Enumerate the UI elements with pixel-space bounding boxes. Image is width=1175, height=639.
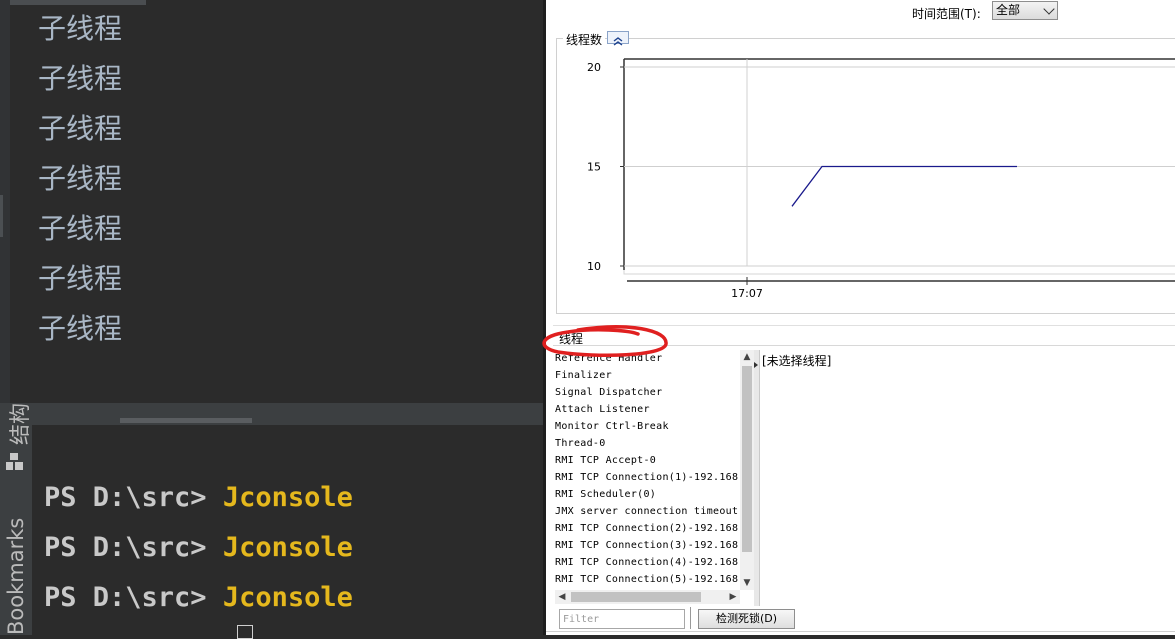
time-range-select[interactable]: 全部 <box>992 1 1058 20</box>
divider <box>546 631 1175 632</box>
output-line: 子线程 <box>38 12 123 45</box>
scroll-down-icon[interactable]: ▼ <box>740 576 754 590</box>
output-line: 子线程 <box>38 112 123 145</box>
chart-panel-title: 线程数 <box>563 31 606 48</box>
red-circle-annotation <box>542 325 668 358</box>
jconsole-window: 时间范围(T): 全部 10 15 20 17:07 线程数 线程 Reference… <box>543 0 1175 635</box>
structure-icon[interactable] <box>6 453 24 471</box>
collapse-icon[interactable] <box>607 31 629 46</box>
thread-list-item[interactable]: RMI TCP Connection(3)-192.168. <box>555 537 740 554</box>
divider <box>690 607 691 629</box>
terminal-line: PS D:\src> Jconsole <box>44 582 353 613</box>
terminal-panel[interactable]: PS D:\src> Jconsole PS D:\src> Jconsole … <box>32 425 543 639</box>
chevron-down-icon <box>1043 3 1055 15</box>
console-output: 子线程 子线程 子线程 子线程 子线程 子线程 子线程 <box>38 8 122 358</box>
terminal-prompt: PS D:\src> <box>44 482 223 513</box>
thread-list-item[interactable]: RMI TCP Connection(5)-192.168. <box>555 571 740 588</box>
editor-gutter <box>0 0 10 403</box>
terminal-cursor <box>237 625 253 639</box>
thread-list-vscrollbar[interactable]: ▲ ▼ <box>740 350 754 590</box>
scroll-thumb[interactable] <box>742 366 752 552</box>
scroll-indicator <box>0 0 146 5</box>
output-line: 子线程 <box>38 62 123 95</box>
gutter-marker <box>0 195 3 237</box>
time-range-value: 全部 <box>996 3 1021 17</box>
y-tick-label: 20 <box>587 61 601 74</box>
split-pane-divider[interactable] <box>754 350 760 606</box>
expand-arrow-icon[interactable] <box>754 362 758 368</box>
thread-list-item[interactable]: Finalizer <box>555 367 740 384</box>
terminal-prompt: PS D:\src> <box>44 532 223 563</box>
scroll-left-icon[interactable]: ◀ <box>555 590 569 604</box>
thread-list-item[interactable]: Monitor Ctrl-Break <box>555 418 740 435</box>
thread-count-chart: 10 15 20 17:07 <box>587 58 1175 300</box>
terminal-command: Jconsole <box>222 532 353 563</box>
thread-list[interactable]: Reference Handler Finalizer Signal Dispatc… <box>555 350 740 590</box>
time-range-label: 时间范围(T): <box>912 7 981 21</box>
output-line: 子线程 <box>38 262 123 295</box>
terminal-line: PS D:\src> Jconsole <box>44 482 353 513</box>
x-tick-label: 17:07 <box>731 287 763 300</box>
panel-splitter[interactable] <box>0 403 543 425</box>
thread-list-item[interactable]: RMI TCP Connection(2)-192.168. <box>555 520 740 537</box>
scroll-right-icon[interactable]: ▶ <box>726 590 740 604</box>
terminal-line: PS D:\src> Jconsole <box>44 532 353 563</box>
thread-list-item[interactable]: RMI Scheduler(0) <box>555 486 740 503</box>
thread-detail-text: [未选择线程] <box>762 354 832 368</box>
terminal-command: Jconsole <box>222 482 353 513</box>
run-output-panel: 子线程 子线程 子线程 子线程 子线程 子线程 子线程 <box>0 0 543 403</box>
scroll-thumb[interactable] <box>571 592 701 602</box>
thread-list-hscrollbar[interactable]: ◀ ▶ <box>555 590 740 604</box>
thread-list-item[interactable]: RMI TCP Connection(1)-192.168. <box>555 469 740 486</box>
y-tick-label: 10 <box>587 260 601 273</box>
double-chevron-up-icon <box>613 37 623 46</box>
thread-filter-input[interactable] <box>559 609 685 629</box>
thread-count-chart-panel: 10 15 20 17:07 <box>556 38 1175 314</box>
thread-list-item[interactable]: Signal Dispatcher <box>555 384 740 401</box>
bookmarks-tab[interactable]: Bookmarks <box>4 518 28 635</box>
thread-list-item[interactable]: Attach Listener <box>555 401 740 418</box>
thread-list-item[interactable]: RMI TCP Connection(4)-192.168. <box>555 554 740 571</box>
terminal-prompt: PS D:\src> <box>44 582 223 613</box>
output-line: 子线程 <box>38 312 123 345</box>
terminal-command: Jconsole <box>222 582 353 613</box>
splitter-handle[interactable] <box>120 418 252 423</box>
thread-list-item[interactable]: Thread-0 <box>555 435 740 452</box>
output-line: 子线程 <box>38 162 123 195</box>
thread-list-item[interactable]: RMI TCP Accept-0 <box>555 452 740 469</box>
structure-tab[interactable]: 结构 <box>4 403 34 445</box>
detect-deadlock-button[interactable]: 检测死锁(D) <box>698 609 795 629</box>
output-line: 子线程 <box>38 212 123 245</box>
thread-list-item[interactable]: JMX server connection timeout <box>555 503 740 520</box>
y-tick-label: 15 <box>587 161 601 174</box>
scroll-up-icon[interactable]: ▲ <box>740 350 754 364</box>
side-toolstrip: 结构 Bookmarks <box>0 403 32 635</box>
